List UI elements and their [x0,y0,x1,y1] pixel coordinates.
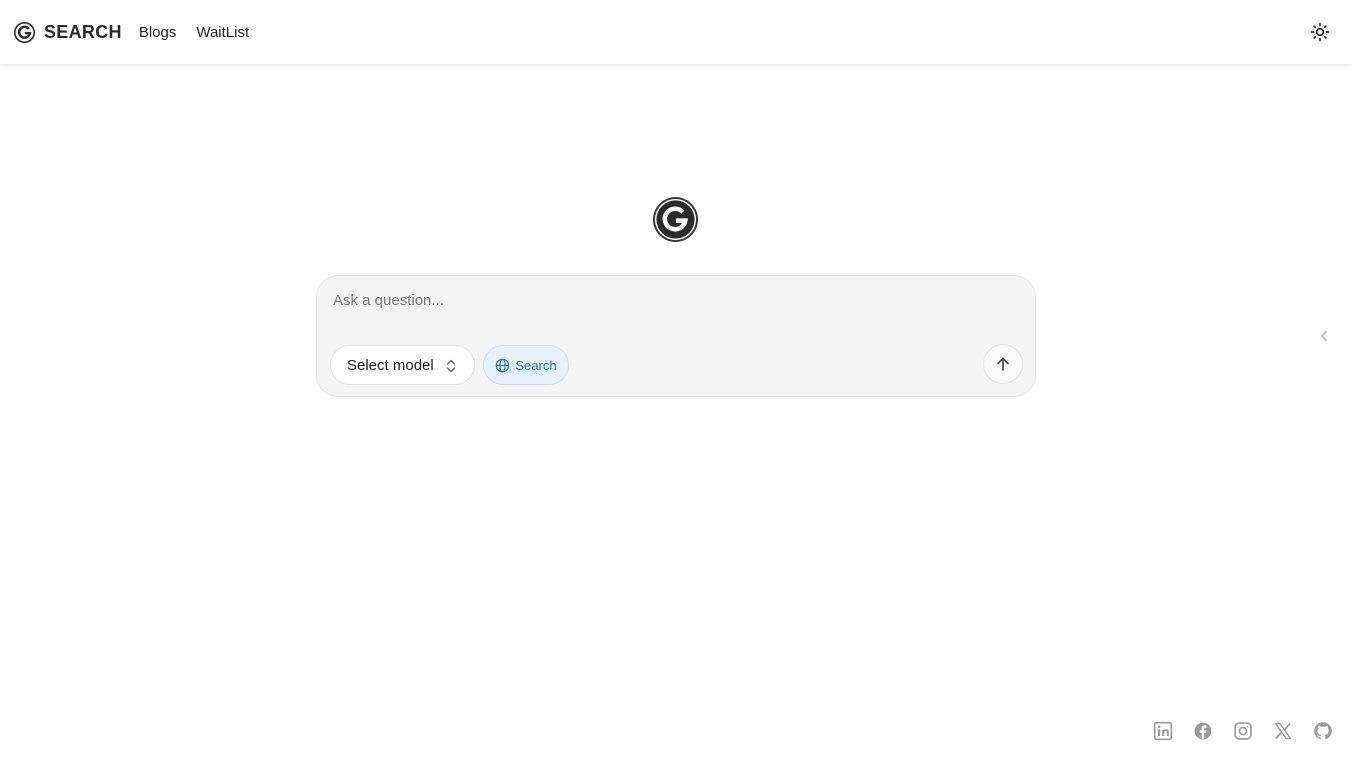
g-logo-icon [13,21,36,43]
top-navbar: SEARCH Blogs WaitList [0,0,1352,64]
linkedin-icon[interactable] [1153,721,1173,741]
search-chip-label: Search [515,357,557,373]
globe-icon [496,358,510,372]
chevron-left-icon[interactable] [1317,328,1331,344]
model-select-label: Select model [347,356,434,374]
social-links [1153,721,1333,741]
main-nav: Blogs WaitList [139,24,249,41]
nav-link-waitlist[interactable]: WaitList [196,24,249,41]
facebook-icon[interactable] [1193,721,1213,741]
x-icon[interactable] [1273,721,1293,741]
model-select-dropdown[interactable]: Select model [330,345,475,385]
arrow-up-icon [997,357,1009,371]
send-button[interactable] [983,344,1023,384]
brand-name: SEARCH [44,21,122,42]
web-search-toggle[interactable]: Search [483,345,569,385]
sun-icon[interactable] [1310,22,1330,42]
instagram-icon[interactable] [1233,721,1253,741]
brand-home-link[interactable]: SEARCH [13,21,122,44]
nav-link-blogs[interactable]: Blogs [139,24,177,41]
question-input[interactable] [333,290,1013,310]
chevrons-up-down-icon [446,359,456,373]
g-logo-icon [652,196,699,243]
chat-composer: Select model Search [316,275,1036,397]
github-icon[interactable] [1313,721,1333,741]
